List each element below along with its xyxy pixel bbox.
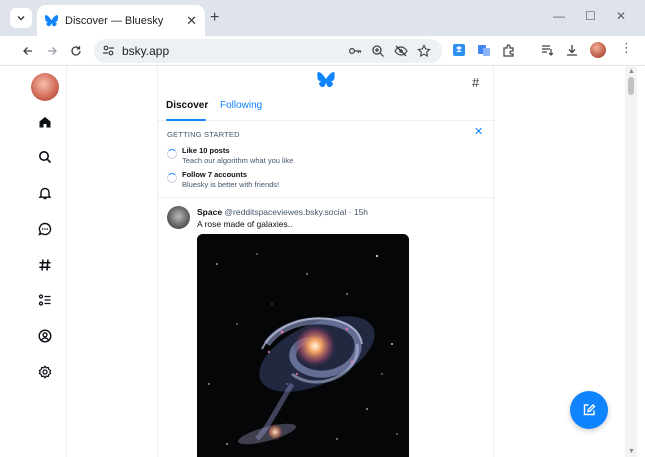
post-author-name[interactable]: Space bbox=[197, 207, 222, 217]
hashtag-icon bbox=[39, 259, 51, 271]
post-author-handle[interactable]: @redditspaceviewes.bsky.social bbox=[224, 207, 346, 217]
reading-list-icon[interactable] bbox=[540, 43, 554, 57]
new-tab-button[interactable]: + bbox=[210, 10, 219, 26]
post-header: Space @redditspaceviewes.bsky.social · 1… bbox=[197, 207, 368, 217]
arrow-right-icon bbox=[48, 47, 57, 55]
task-subtitle: Bluesky is better with friends! bbox=[182, 180, 280, 189]
feed-column: # Discover Following GETTING STARTED ✕ L… bbox=[157, 67, 495, 457]
search-icon bbox=[39, 151, 52, 164]
maximize-button[interactable]: ☐ bbox=[585, 10, 596, 22]
forward-button[interactable] bbox=[44, 43, 60, 59]
getting-started-close-icon[interactable]: ✕ bbox=[474, 127, 483, 138]
url-text[interactable]: bsky.app bbox=[122, 44, 169, 58]
nav-chat[interactable] bbox=[36, 220, 54, 238]
task-title: Follow 7 accounts bbox=[182, 170, 248, 179]
nav-feeds[interactable] bbox=[36, 256, 54, 274]
galaxy-image bbox=[197, 234, 409, 457]
tab-discover[interactable]: Discover bbox=[166, 100, 208, 111]
chat-icon bbox=[38, 222, 52, 236]
extension-s-icon[interactable] bbox=[452, 43, 466, 57]
nav-home[interactable] bbox=[36, 113, 54, 131]
post-author-avatar[interactable] bbox=[167, 206, 190, 229]
page-content: # Discover Following GETTING STARTED ✕ L… bbox=[0, 67, 637, 457]
tab-close-icon[interactable]: ✕ bbox=[186, 14, 197, 27]
home-icon bbox=[39, 117, 51, 128]
compose-icon bbox=[583, 403, 596, 416]
progress-ring-icon bbox=[167, 173, 177, 183]
page-scrollbar[interactable]: ▲ ▼ bbox=[625, 67, 637, 457]
browser-tabstrip: Discover — Bluesky ✕ + — ☐ ✕ bbox=[0, 0, 645, 36]
back-button[interactable] bbox=[20, 43, 36, 59]
post-image[interactable] bbox=[197, 234, 409, 457]
arrow-left-icon bbox=[23, 47, 32, 55]
download-icon[interactable] bbox=[565, 43, 579, 57]
browser-profile-avatar[interactable] bbox=[590, 42, 606, 58]
list-icon bbox=[38, 294, 51, 306]
scroll-down-arrow-icon[interactable]: ▼ bbox=[628, 448, 635, 455]
eye-off-icon[interactable] bbox=[394, 44, 408, 58]
reload-icon bbox=[71, 46, 81, 56]
chevron-down-icon bbox=[17, 15, 25, 21]
feed-post[interactable]: Space @redditspaceviewes.bsky.social · 1… bbox=[158, 198, 495, 457]
post-timestamp[interactable]: · 15h bbox=[349, 207, 368, 217]
password-key-icon[interactable] bbox=[348, 44, 362, 58]
browser-toolbar: bsky.app ⋮ bbox=[0, 36, 645, 66]
nav-search[interactable] bbox=[36, 148, 54, 166]
tab-following[interactable]: Following bbox=[220, 100, 262, 111]
scroll-up-arrow-icon[interactable]: ▲ bbox=[628, 68, 635, 75]
site-settings-icon[interactable] bbox=[102, 44, 115, 57]
task-title: Like 10 posts bbox=[182, 146, 230, 155]
nav-profile[interactable] bbox=[36, 327, 54, 345]
settings-icon bbox=[38, 365, 52, 379]
nav-lists[interactable] bbox=[36, 291, 54, 309]
bluesky-favicon-icon bbox=[45, 14, 58, 26]
zoom-icon[interactable] bbox=[371, 44, 385, 58]
getting-started-title: GETTING STARTED bbox=[167, 130, 240, 139]
address-bar[interactable]: bsky.app bbox=[94, 39, 442, 63]
getting-started-card: GETTING STARTED ✕ Like 10 posts Teach ou… bbox=[158, 121, 495, 198]
tab-search-button[interactable] bbox=[10, 8, 32, 28]
bluesky-logo-icon[interactable] bbox=[317, 72, 335, 88]
browser-menu-button[interactable]: ⋮ bbox=[620, 41, 633, 54]
post-text: A rose made of galaxies.. bbox=[197, 219, 293, 229]
nav-notifications[interactable] bbox=[36, 184, 54, 202]
feed-tabs: Discover Following bbox=[158, 99, 495, 121]
browser-tab-active[interactable]: Discover — Bluesky ✕ bbox=[37, 5, 205, 36]
progress-ring-icon bbox=[167, 149, 177, 159]
task-subtitle: Teach our algorithm what you like bbox=[182, 156, 294, 165]
feeds-hashtag-button[interactable]: # bbox=[472, 75, 479, 90]
left-nav bbox=[0, 67, 67, 457]
minimize-button[interactable]: — bbox=[553, 10, 565, 22]
extension-translate-icon[interactable] bbox=[477, 43, 491, 57]
nav-settings[interactable] bbox=[36, 363, 54, 381]
bookmark-star-icon[interactable] bbox=[417, 44, 431, 58]
extensions-puzzle-icon[interactable] bbox=[502, 43, 516, 57]
window-close-button[interactable]: ✕ bbox=[616, 10, 626, 22]
compose-post-button[interactable] bbox=[570, 391, 608, 429]
scrollbar-thumb[interactable] bbox=[628, 77, 634, 95]
user-avatar[interactable] bbox=[31, 73, 59, 101]
tab-title: Discover — Bluesky bbox=[65, 14, 164, 27]
profile-icon bbox=[38, 329, 52, 343]
bell-icon bbox=[38, 187, 52, 200]
reload-button[interactable] bbox=[68, 43, 84, 59]
